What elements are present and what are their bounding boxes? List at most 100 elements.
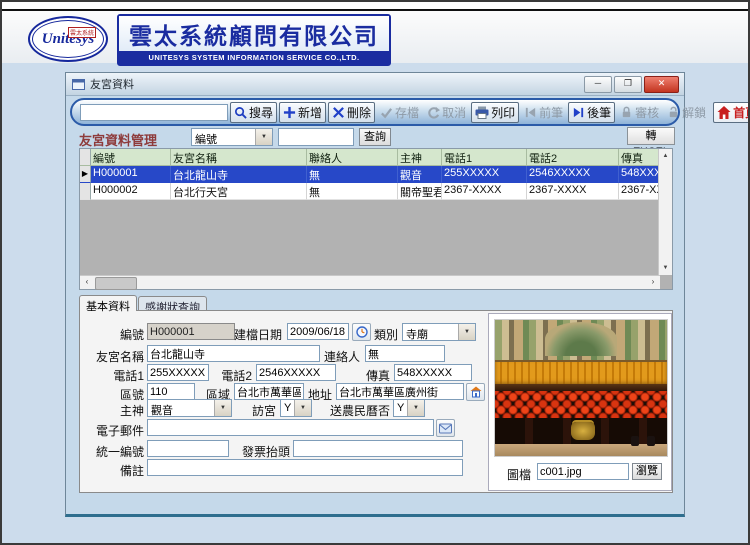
app-header: Unitesys 雲太系統 雲太系統顧問有限公司 UNITESYS SYSTEM…: [2, 11, 748, 63]
scroll-down-icon[interactable]: ▼: [659, 261, 672, 275]
vertical-scrollbar[interactable]: ▲ ▼: [658, 149, 672, 275]
phone2-label: 電話2: [216, 367, 252, 384]
table-row[interactable]: H000002 台北行天宮 無 關帝聖君 2367-XXXX 2367-XXXX…: [80, 183, 672, 200]
fax-field[interactable]: [394, 364, 472, 381]
query-input[interactable]: [278, 128, 354, 146]
grid-header-row: 編號 友宮名稱 聯絡人 主神 電話1 電話2 傳真: [80, 149, 672, 166]
scroll-left-icon[interactable]: ‹: [80, 276, 94, 289]
print-button[interactable]: 列印: [471, 102, 519, 123]
phone2-field[interactable]: [256, 364, 336, 381]
contact-field[interactable]: [365, 345, 445, 362]
grid-col-id[interactable]: 編號: [91, 149, 171, 166]
visit-dropdown[interactable]: Y ▼: [280, 399, 312, 417]
scroll-up-icon[interactable]: ▲: [659, 149, 672, 163]
cell-id: H000002: [91, 183, 171, 200]
scrollbar-thumb[interactable]: [95, 277, 137, 290]
email-label: 電子郵件: [90, 422, 144, 439]
section-title: 友宮資料管理: [79, 130, 157, 149]
search-button[interactable]: 搜尋: [230, 102, 277, 123]
grid-col-contact[interactable]: 聯絡人: [307, 149, 398, 166]
email-field[interactable]: [147, 419, 434, 436]
export-excel-button[interactable]: 轉 EXCEL: [627, 127, 675, 145]
window-title: 友宮資料: [90, 76, 134, 92]
toolbar: 搜尋 新增 刪除 存檔 取消 列印: [70, 98, 680, 126]
table-row[interactable]: ▶ H000001 台北龍山寺 無 觀音 255XXXXX 2546XXXXX …: [80, 166, 672, 183]
id-label: 編號: [90, 326, 144, 343]
contact-label: 連絡人: [318, 348, 360, 365]
cancel-button: 取消: [424, 103, 469, 122]
minimize-button[interactable]: ─: [584, 76, 612, 93]
cell-phone1: 255XXXXX: [442, 166, 527, 183]
window-icon: [72, 79, 85, 90]
home-icon: [717, 106, 731, 119]
chevron-down-icon[interactable]: ▼: [407, 400, 424, 416]
printer-icon: [475, 106, 489, 119]
address-field[interactable]: [336, 383, 464, 400]
note-field[interactable]: [147, 459, 463, 476]
add-button[interactable]: 新增: [279, 102, 326, 123]
filter-field-value: 編號: [192, 129, 255, 145]
image-file-label: 圖檔: [507, 466, 531, 483]
cell-phone2: 2546XXXXX: [527, 166, 619, 183]
company-title-box: 雲太系統顧問有限公司 UNITESYS SYSTEM INFORMATION S…: [117, 14, 391, 66]
query-button[interactable]: 查詢: [359, 128, 391, 146]
prev-icon: [524, 106, 537, 119]
date-field[interactable]: [287, 323, 349, 340]
chevron-down-icon[interactable]: ▼: [458, 324, 475, 340]
maximize-button[interactable]: ❐: [614, 76, 642, 93]
window-controls: ─ ❐ ✕: [584, 76, 679, 93]
cell-contact: 無: [307, 183, 398, 200]
scooter: [631, 436, 639, 446]
deity-value: 觀音: [148, 400, 214, 416]
tab-basic-data[interactable]: 基本資料: [79, 295, 137, 311]
map-house-icon[interactable]: [466, 383, 485, 401]
zip-field[interactable]: [147, 383, 195, 400]
district-field[interactable]: [234, 383, 304, 400]
date-label: 建檔日期: [230, 326, 282, 343]
home-button[interactable]: 首頁: [713, 102, 750, 123]
toolbar-search-input[interactable]: [80, 104, 228, 121]
almanac-dropdown[interactable]: Y ▼: [393, 399, 425, 417]
company-name: 雲太系統顧問有限公司: [119, 16, 389, 51]
close-button[interactable]: ✕: [644, 76, 679, 93]
temple-grid: 編號 友宮名稱 聯絡人 主神 電話1 電話2 傳真 ▶ H000001 台北龍山…: [79, 148, 673, 290]
cell-contact: 無: [307, 166, 398, 183]
cell-phone1: 2367-XXXX: [442, 183, 527, 200]
filter-field-dropdown[interactable]: 編號 ▼: [191, 128, 273, 146]
tax-id-field[interactable]: [147, 440, 229, 457]
grid-col-phone1[interactable]: 電話1: [442, 149, 527, 166]
next-record-button[interactable]: 後筆: [568, 102, 615, 123]
delete-button[interactable]: 刪除: [328, 102, 375, 123]
image-file-field[interactable]: [537, 463, 629, 480]
scroll-right-icon[interactable]: ›: [646, 276, 660, 289]
invoice-title-field[interactable]: [293, 440, 463, 457]
grid-col-phone2[interactable]: 電話2: [527, 149, 619, 166]
horizontal-scrollbar[interactable]: ‹ ›: [80, 275, 660, 289]
deity-dropdown[interactable]: 觀音 ▼: [147, 399, 232, 417]
grid-col-name[interactable]: 友宮名稱: [171, 149, 307, 166]
category-label: 類別: [348, 326, 398, 343]
cell-name: 台北行天宮: [171, 183, 307, 200]
scooter: [647, 436, 655, 446]
detail-form-panel: 編號 建檔日期 類別 寺廟 ▼ 友宮名稱 連絡人 電話1 電話2 傳真: [79, 310, 673, 493]
phone1-label: 電話1: [90, 367, 144, 384]
check-icon: [380, 106, 393, 119]
phone1-field[interactable]: [147, 364, 209, 381]
category-dropdown[interactable]: 寺廟 ▼: [402, 323, 476, 341]
zip-label: 區號: [90, 386, 144, 403]
chevron-down-icon[interactable]: ▼: [255, 129, 272, 145]
window-titlebar[interactable]: 友宮資料 ─ ❐ ✕: [66, 73, 684, 96]
chevron-down-icon[interactable]: ▼: [214, 400, 231, 416]
temple-gable: [545, 322, 617, 356]
email-envelope-icon[interactable]: [436, 419, 455, 437]
invoice-title-label: 發票抬頭: [240, 443, 290, 460]
temple-photo: [494, 319, 668, 457]
browse-button[interactable]: 瀏覽: [632, 463, 662, 480]
unlock-icon: [667, 106, 680, 119]
temple-photo-panel: 圖檔 瀏覽: [488, 313, 672, 491]
tab-thanks-letter-query[interactable]: 感謝狀查詢: [138, 296, 207, 311]
grid-col-deity[interactable]: 主神: [398, 149, 442, 166]
name-field[interactable]: [147, 345, 320, 362]
app-window: 友宮資料 ─ ❐ ✕ 搜尋 新增 刪除 存檔: [65, 72, 685, 517]
chevron-down-icon[interactable]: ▼: [294, 400, 311, 416]
